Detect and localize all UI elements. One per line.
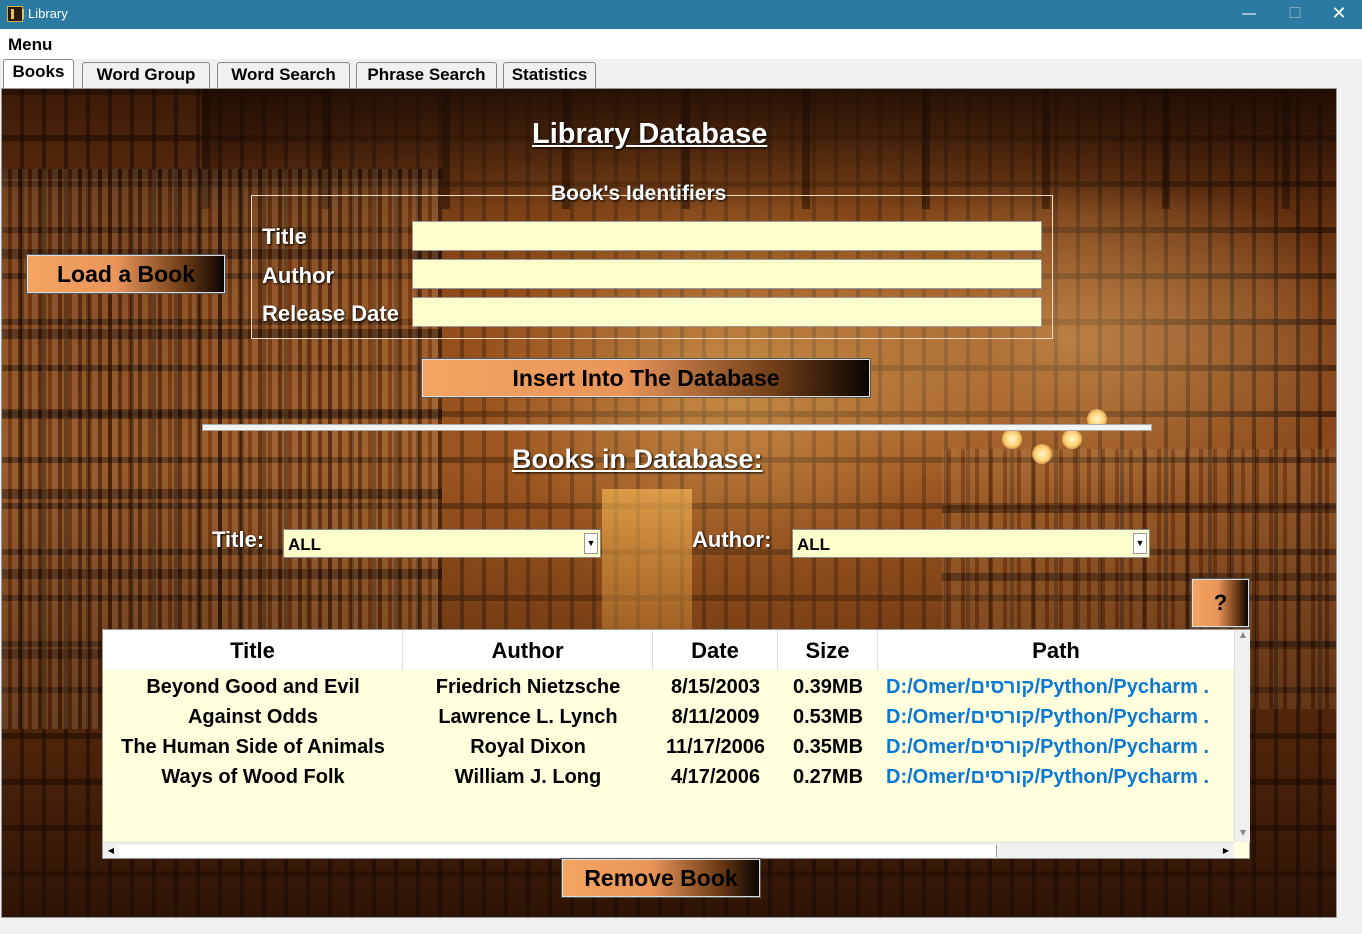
table-row[interactable]: Against Odds Lawrence L. Lynch 8/11/2009… xyxy=(103,702,1234,732)
cell-size: 0.27MB xyxy=(792,766,864,788)
cell-path: D:/Omer/קורסים/Python/Pycharm . xyxy=(886,736,1210,758)
chevron-down-icon[interactable]: ▼ xyxy=(1133,533,1147,554)
horizontal-scroll-thumb[interactable] xyxy=(119,845,997,857)
close-button[interactable]: ✕ xyxy=(1316,0,1362,29)
load-book-button[interactable]: Load a Book xyxy=(26,254,226,294)
section-separator xyxy=(202,424,1152,431)
maximize-button[interactable]: ☐ xyxy=(1272,0,1318,29)
title-filter-label: Title: xyxy=(212,527,265,552)
scroll-up-icon[interactable]: ▲ xyxy=(1235,630,1251,644)
author-filter-value: ALL xyxy=(797,535,831,554)
page-title: Library Database xyxy=(532,118,768,150)
tab-word-group[interactable]: Word Group xyxy=(82,62,210,88)
books-panel: Library Database Load a Book Book's Iden… xyxy=(1,88,1337,918)
books-in-database-heading: Books in Database: xyxy=(512,444,763,474)
cell-title: Against Odds xyxy=(187,706,318,728)
column-header-date[interactable]: Date xyxy=(653,630,778,670)
tab-phrase-search[interactable]: Phrase Search xyxy=(356,62,497,88)
author-filter-select[interactable]: ALL ▼ xyxy=(792,529,1150,558)
author-field[interactable] xyxy=(412,259,1042,289)
cell-path: D:/Omer/קורסים/Python/Pycharm . xyxy=(886,676,1210,698)
tab-books[interactable]: Books xyxy=(3,59,74,88)
author-filter-label: Author: xyxy=(692,527,772,552)
column-header-title[interactable]: Title xyxy=(103,630,403,670)
scroll-right-icon[interactable]: ▶ xyxy=(1218,843,1234,859)
title-field[interactable] xyxy=(412,221,1042,251)
cell-path: D:/Omer/קורסים/Python/Pycharm . xyxy=(886,706,1210,728)
book-identifiers-legend: Book's Identifiers xyxy=(551,182,727,205)
tab-word-search[interactable]: Word Search xyxy=(217,62,350,88)
scroll-left-icon[interactable]: ◀ xyxy=(103,843,119,859)
cell-title: Ways of Wood Folk xyxy=(161,766,345,788)
table-row[interactable]: Beyond Good and Evil Friedrich Nietzsche… xyxy=(103,672,1234,702)
window-title: Library xyxy=(28,6,68,21)
column-header-size[interactable]: Size xyxy=(778,630,878,670)
column-header-path[interactable]: Path xyxy=(878,630,1234,670)
title-filter-select[interactable]: ALL ▼ xyxy=(283,529,601,558)
title-filter-value: ALL xyxy=(288,535,322,554)
insert-into-database-button[interactable]: Insert Into The Database xyxy=(421,358,871,398)
table-row[interactable]: Ways of Wood Folk William J. Long 4/17/2… xyxy=(103,762,1234,792)
title-bar: Library — ☐ ✕ xyxy=(0,0,1362,29)
release-date-label: Release Date xyxy=(262,301,399,326)
books-table: Title Author Date Size Path Beyond Good … xyxy=(102,629,1250,859)
menu-bar: Menu xyxy=(0,29,1362,59)
table-row[interactable]: The Human Side of Animals Royal Dixon 11… xyxy=(103,732,1234,762)
cell-path: D:/Omer/קורסים/Python/Pycharm . xyxy=(886,766,1210,788)
cell-size: 0.39MB xyxy=(792,676,864,698)
cell-date: 11/17/2006 xyxy=(666,736,765,758)
tab-bar: Books Word Group Word Search Phrase Sear… xyxy=(0,59,1362,88)
cell-size: 0.53MB xyxy=(792,706,864,728)
cell-author: Lawrence L. Lynch xyxy=(438,706,618,728)
cell-author: Friedrich Nietzsche xyxy=(435,676,621,698)
chevron-down-icon[interactable]: ▼ xyxy=(584,533,598,554)
cell-date: 4/17/2006 xyxy=(671,766,760,788)
cell-size: 0.35MB xyxy=(792,736,864,758)
background-chandelier xyxy=(1002,409,1112,469)
cell-title: Beyond Good and Evil xyxy=(146,676,360,698)
scroll-down-icon[interactable]: ▼ xyxy=(1235,828,1251,842)
cell-date: 8/15/2003 xyxy=(671,676,760,698)
horizontal-scrollbar[interactable]: ◀ ▶ xyxy=(103,842,1234,858)
vertical-scrollbar[interactable]: ▲ ▼ xyxy=(1234,630,1250,842)
author-label: Author xyxy=(262,263,335,288)
title-label: Title xyxy=(262,224,307,249)
menu-item-menu[interactable]: Menu xyxy=(8,35,52,55)
cell-title: The Human Side of Animals xyxy=(121,736,385,758)
minimize-button[interactable]: — xyxy=(1226,0,1272,29)
help-button[interactable]: ? xyxy=(1191,578,1250,628)
tab-statistics[interactable]: Statistics xyxy=(503,62,596,88)
release-date-field[interactable] xyxy=(412,297,1042,327)
table-header: Title Author Date Size Path xyxy=(103,630,1234,670)
remove-book-button[interactable]: Remove Book xyxy=(561,858,761,898)
cell-date: 8/11/2009 xyxy=(671,706,760,728)
library-app-icon xyxy=(7,6,24,22)
cell-author: William J. Long xyxy=(454,766,602,788)
cell-author: Royal Dixon xyxy=(470,736,586,758)
column-header-author[interactable]: Author xyxy=(403,630,653,670)
